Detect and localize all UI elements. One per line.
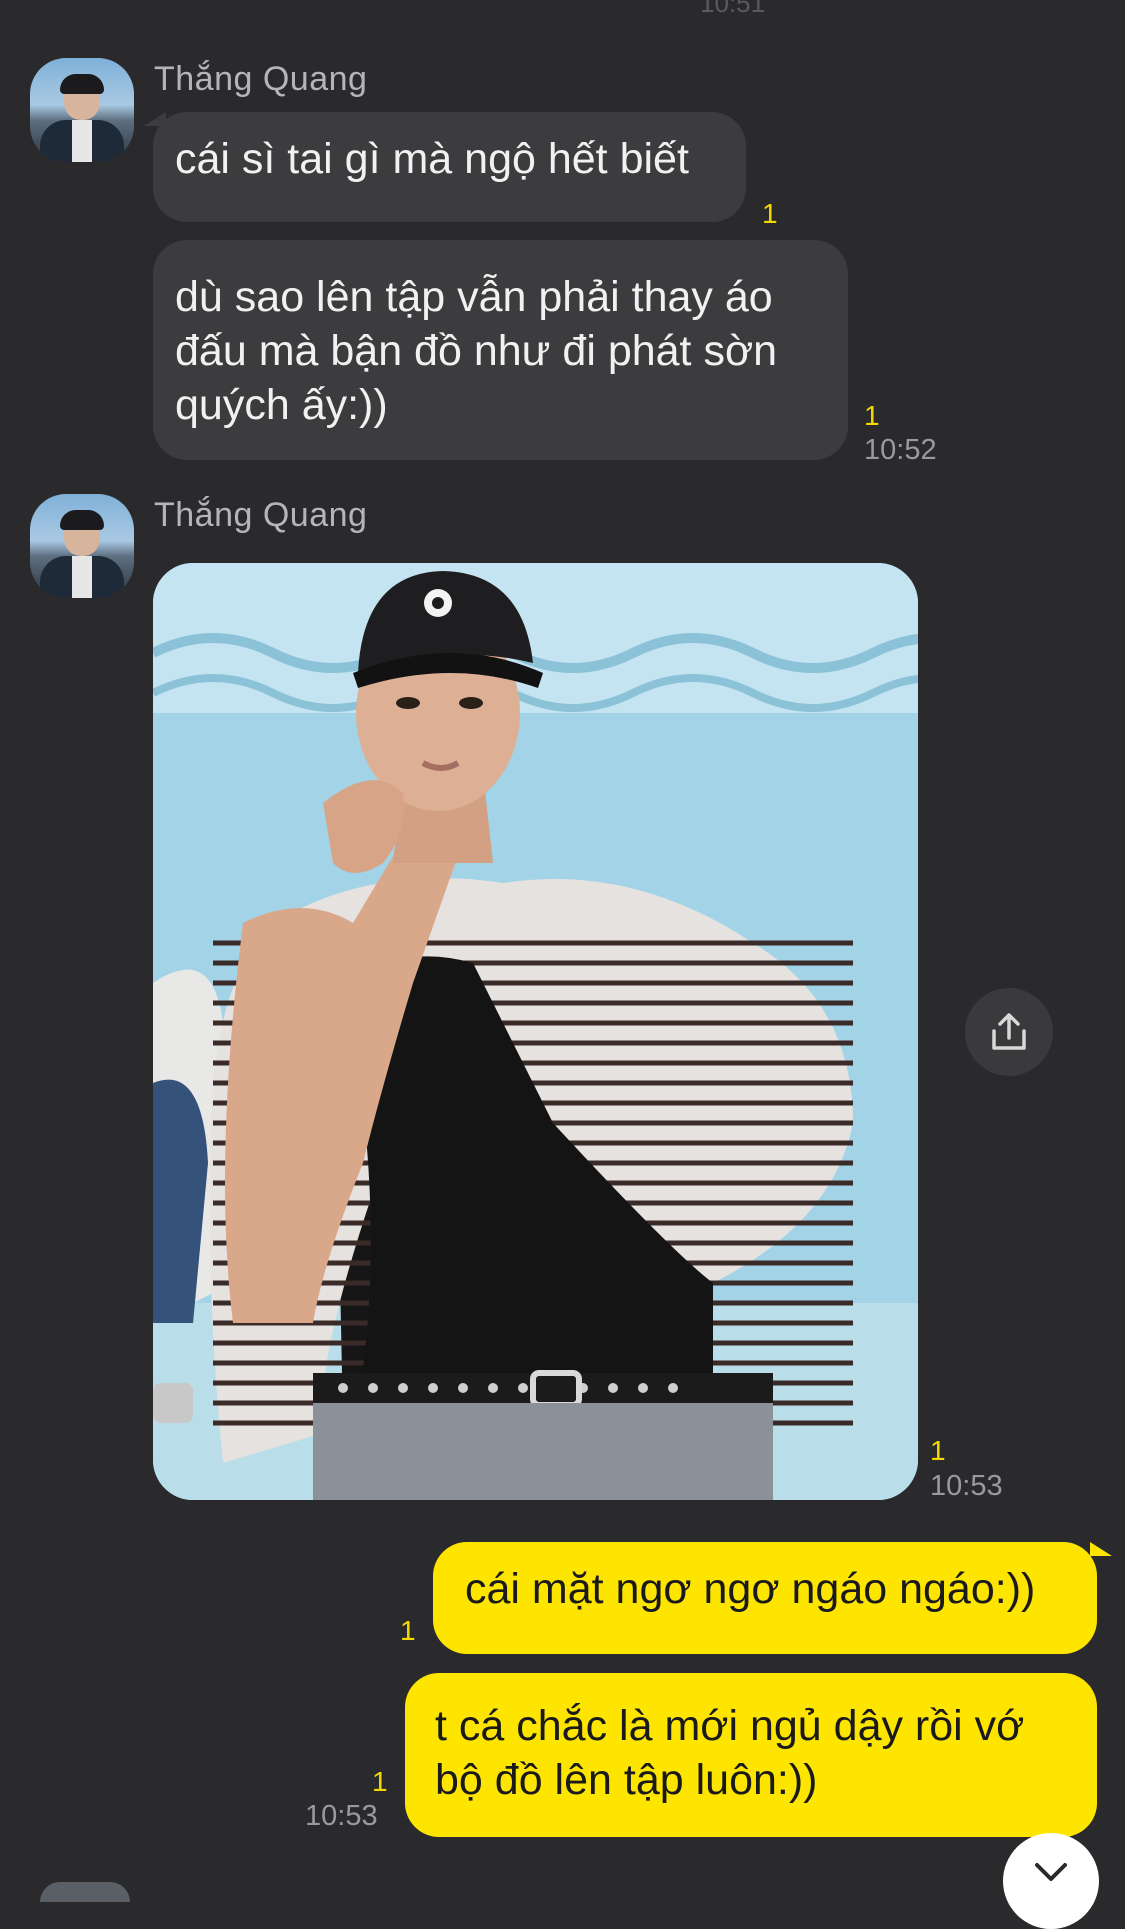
message-time: 10:52 <box>864 434 937 466</box>
next-avatar-partial <box>40 1882 130 1902</box>
message-text-line: t cá chắc là mới ngủ dậy rồi vớ <box>435 1702 1025 1750</box>
message-bubble[interactable]: cái mặt ngơ ngơ ngáo ngáo:)) <box>433 1542 1097 1654</box>
sender-name: Thắng Quang <box>154 496 368 534</box>
photo-message[interactable] <box>153 563 918 1500</box>
message-text: cái sì tai gì mà ngộ hết biết <box>175 135 689 183</box>
unread-count: 1 <box>762 198 778 229</box>
message-text-line: dù sao lên tập vẫn phải thay áo <box>175 273 773 321</box>
unread-count: 1 <box>864 400 880 431</box>
message-text-line: bộ đồ lên tập luôn:)) <box>435 1756 818 1804</box>
message-text-line: đấu mà bận đồ như đi phát sờn <box>175 327 778 375</box>
scroll-to-bottom-button[interactable] <box>1003 1833 1099 1929</box>
message-time: 10:53 <box>930 1470 1003 1502</box>
unread-count: 1 <box>930 1435 946 1466</box>
photo-image <box>153 563 918 1500</box>
share-button[interactable] <box>965 988 1053 1076</box>
share-icon <box>992 1013 1026 1050</box>
message-time: 10:53 <box>305 1800 378 1832</box>
bubble-tail <box>1090 1542 1112 1556</box>
message-bubble[interactable]: dù sao lên tập vẫn phải thay áo đấu mà b… <box>153 240 848 460</box>
previous-time-label: 10:51 <box>700 0 766 18</box>
message-text-line: quých ấy:)) <box>175 381 388 429</box>
message-bubble[interactable]: t cá chắc là mới ngủ dậy rồi vớ bộ đồ lê… <box>405 1673 1097 1837</box>
message-text: cái mặt ngơ ngơ ngáo ngáo:)) <box>465 1565 1036 1613</box>
chevron-down-icon <box>1035 1863 1067 1881</box>
sender-avatar[interactable] <box>30 58 134 162</box>
message-bubble[interactable]: cái sì tai gì mà ngộ hết biết <box>153 112 746 222</box>
sender-name: Thắng Quang <box>154 60 368 98</box>
sender-avatar[interactable] <box>30 494 134 598</box>
unread-count: 1 <box>372 1766 388 1797</box>
unread-count: 1 <box>400 1615 416 1646</box>
